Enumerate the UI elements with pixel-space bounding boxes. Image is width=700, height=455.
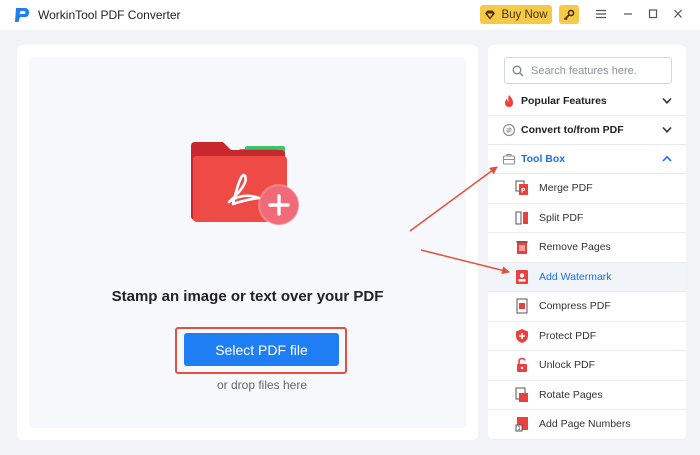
minimize-icon (624, 13, 632, 15)
feature-headline: Stamp an image or text over your PDF (111, 288, 384, 305)
tool-label: Protect PDF (539, 329, 597, 342)
chevron-down-icon (662, 126, 672, 133)
remove-pages-icon (516, 241, 528, 255)
chevron-up-icon (662, 155, 672, 162)
search-input[interactable] (531, 64, 661, 77)
pdf-folder-icon (191, 142, 300, 226)
maximize-icon (648, 9, 658, 19)
section-label: Tool Box (521, 153, 566, 165)
app-logo-icon (15, 8, 29, 22)
diamond-icon (485, 10, 496, 19)
merge-pdf-icon: P (515, 180, 528, 196)
search-icon (512, 65, 524, 76)
tool-compress-pdf[interactable]: Compress PDF (488, 292, 686, 322)
activate-key-button[interactable] (559, 5, 579, 24)
tool-add-page-numbers[interactable]: 1 Add Page Numbers (488, 410, 686, 440)
watermark-icon (516, 269, 528, 284)
features-sidebar: Popular Features Convert to/from PDF Too… (488, 45, 686, 440)
tool-label: Add Watermark (539, 270, 612, 283)
title-bar: WorkinTool PDF Converter Buy Now (0, 0, 700, 30)
tool-merge-pdf[interactable]: P Merge PDF (488, 174, 686, 204)
chevron-down-icon (662, 97, 672, 104)
fire-icon (505, 95, 513, 107)
drop-files-hint: or drop files here (216, 378, 308, 392)
unlock-pdf-icon (517, 357, 527, 373)
protect-pdf-icon (516, 328, 528, 343)
svg-text:1: 1 (518, 426, 521, 432)
toolbox-icon (502, 153, 516, 165)
main-panel: Stamp an image or text over your PDF Sel… (17, 45, 478, 440)
search-box[interactable] (504, 57, 672, 84)
section-label: Popular Features (521, 95, 607, 107)
close-button[interactable] (671, 7, 685, 21)
tool-label: Split PDF (539, 211, 584, 224)
tool-label: Compress PDF (539, 300, 611, 313)
split-pdf-icon (515, 211, 528, 225)
tool-label: Merge PDF (539, 182, 593, 195)
app-title: WorkinTool PDF Converter (38, 8, 181, 22)
section-tool-box[interactable]: Tool Box (488, 145, 686, 174)
tool-label: Add Page Numbers (539, 418, 631, 431)
tool-rotate-pages[interactable]: Rotate Pages (488, 381, 686, 410)
tool-add-watermark[interactable]: Add Watermark (488, 262, 686, 292)
menu-button[interactable] (594, 7, 608, 21)
hamburger-icon (596, 9, 606, 19)
convert-icon (502, 123, 516, 137)
rotate-pages-icon (515, 387, 528, 402)
key-icon (563, 9, 575, 20)
tool-label: Remove Pages (539, 241, 611, 254)
tool-unlock-pdf[interactable]: Unlock PDF (488, 351, 686, 381)
page-numbers-icon: 1 (515, 417, 528, 432)
section-label: Convert to/from PDF (521, 124, 624, 136)
tool-remove-pages[interactable]: Remove Pages (488, 233, 686, 263)
tool-label: Unlock PDF (539, 359, 596, 372)
tool-label: Rotate Pages (539, 388, 603, 401)
buy-now-label: Buy Now (501, 8, 548, 21)
section-popular-features[interactable]: Popular Features (488, 87, 686, 116)
section-convert-pdf[interactable]: Convert to/from PDF (488, 116, 686, 145)
tool-split-pdf[interactable]: Split PDF (488, 204, 686, 233)
select-pdf-file-button[interactable]: Select PDF file (184, 333, 339, 366)
svg-text:P: P (521, 188, 526, 195)
minimize-button[interactable] (621, 7, 635, 21)
buy-now-button[interactable]: Buy Now (480, 5, 552, 24)
maximize-button[interactable] (646, 7, 660, 21)
compress-pdf-icon (516, 298, 528, 314)
close-icon (674, 9, 682, 18)
tool-protect-pdf[interactable]: Protect PDF (488, 322, 686, 351)
